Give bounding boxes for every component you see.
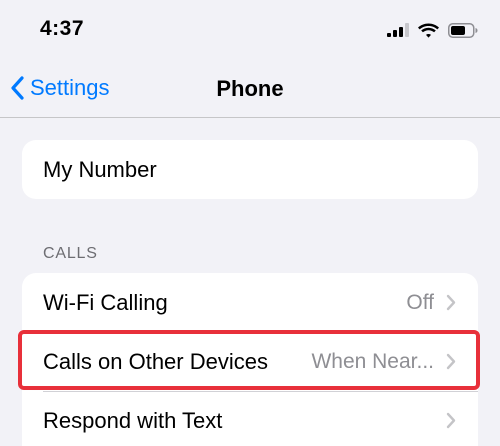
status-time: 4:37: [40, 17, 85, 40]
my-number-label: My Number: [43, 156, 157, 182]
status-bar: 4:37: [0, 0, 500, 60]
calls-on-other-devices-row[interactable]: Calls on Other Devices When Near...: [22, 332, 478, 391]
chevron-right-icon: [446, 353, 456, 370]
calls-group: Wi-Fi Calling Off Calls on Other Devices…: [22, 273, 478, 446]
navigation-bar: Settings Phone: [0, 60, 500, 118]
respond-with-text-row[interactable]: Respond with Text: [22, 391, 478, 446]
wifi-calling-row[interactable]: Wi-Fi Calling Off: [22, 273, 478, 332]
my-number-row[interactable]: My Number: [22, 140, 478, 199]
chevron-right-icon: [446, 294, 456, 311]
cellular-signal-icon: [387, 23, 409, 37]
calls-section-header: CALLS: [43, 245, 98, 262]
my-number-group: My Number: [22, 140, 478, 199]
respond-with-text-label: Respond with Text: [43, 407, 223, 433]
wifi-icon: [418, 23, 439, 38]
chevron-right-icon: [446, 412, 456, 429]
calls-on-other-devices-value: When Near...: [311, 349, 434, 373]
calls-on-other-devices-label: Calls on Other Devices: [43, 348, 268, 374]
wifi-calling-label: Wi-Fi Calling: [43, 289, 168, 315]
status-icons: [387, 20, 478, 40]
page-title: Phone: [216, 76, 284, 101]
battery-icon: [448, 22, 478, 38]
wifi-calling-value: Off: [406, 290, 434, 314]
